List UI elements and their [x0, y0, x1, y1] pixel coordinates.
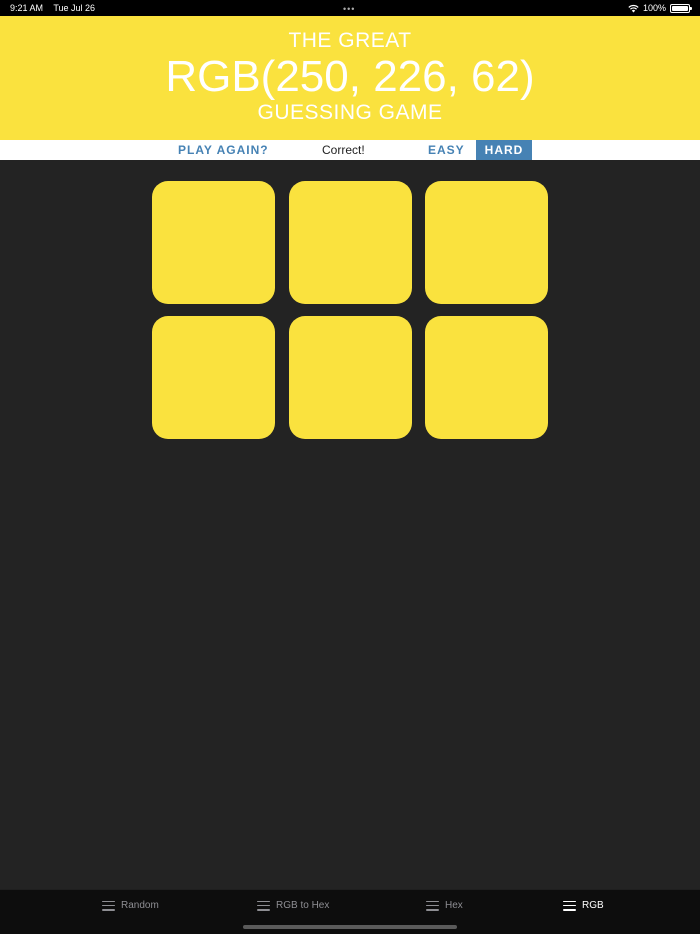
title-the-great: THE GREAT: [288, 29, 412, 52]
color-square-3[interactable]: [425, 181, 548, 304]
target-rgb-display: RGB(250, 226, 62): [165, 52, 535, 101]
status-date: Tue Jul 26: [53, 3, 96, 13]
color-square-2[interactable]: [289, 181, 412, 304]
tab-label: Hex: [445, 900, 463, 911]
hamburger-icon: [257, 900, 270, 911]
tab-rgb-to-hex[interactable]: RGB to Hex: [257, 900, 329, 911]
wifi-icon: [628, 4, 639, 12]
tab-hex[interactable]: Hex: [426, 900, 463, 911]
title-guessing-game: GUESSING GAME: [257, 101, 443, 124]
color-square-4[interactable]: [152, 316, 275, 439]
tab-label: Random: [121, 900, 159, 911]
hamburger-icon: [563, 900, 576, 911]
status-left: 9:21 AM Tue Jul 26: [10, 3, 103, 13]
tab-random[interactable]: Random: [102, 900, 159, 911]
status-right: 100%: [628, 3, 692, 13]
status-bar: 9:21 AM Tue Jul 26 ••• 100%: [0, 0, 700, 16]
hamburger-icon: [102, 900, 115, 911]
hamburger-icon: [426, 900, 439, 911]
color-square-1[interactable]: [152, 181, 275, 304]
home-indicator[interactable]: [243, 925, 457, 929]
color-board: [152, 181, 548, 439]
tab-label: RGB to Hex: [276, 900, 330, 911]
battery-icon: [670, 3, 692, 13]
game-header: THE GREAT RGB(250, 226, 62) GUESSING GAM…: [0, 16, 700, 140]
multitasking-dots-icon[interactable]: •••: [343, 4, 355, 14]
color-square-6[interactable]: [425, 316, 548, 439]
easy-mode-button[interactable]: EASY: [428, 140, 465, 160]
play-again-button[interactable]: PLAY AGAIN?: [178, 140, 269, 160]
battery-percent: 100%: [642, 3, 666, 13]
color-square-5[interactable]: [289, 316, 412, 439]
hard-mode-button[interactable]: HARD: [476, 140, 532, 160]
tab-rgb[interactable]: RGB: [563, 900, 604, 911]
control-stripe: PLAY AGAIN? Correct! EASY HARD: [0, 140, 700, 160]
tab-bar: Random RGB to Hex Hex RGB: [0, 889, 700, 934]
result-message: Correct!: [322, 143, 365, 157]
status-time: 9:21 AM: [10, 3, 44, 13]
tab-label: RGB: [582, 900, 604, 911]
